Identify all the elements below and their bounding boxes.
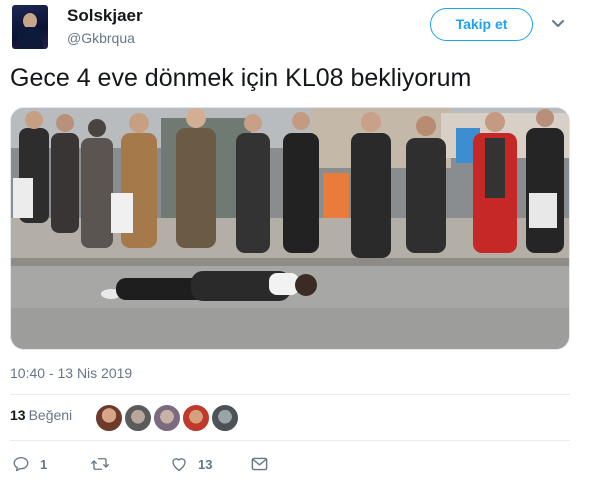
liker-avatar[interactable] — [124, 404, 152, 432]
divider-top — [10, 394, 570, 395]
street-photo — [11, 108, 569, 349]
liker-avatar[interactable] — [95, 404, 123, 432]
likes-label: Beğeni — [28, 407, 73, 423]
message-button[interactable] — [250, 452, 269, 476]
like-button[interactable]: 13 — [170, 452, 212, 476]
divider-bottom — [10, 440, 570, 441]
likes-count: 13 — [10, 407, 26, 423]
message-icon — [251, 457, 268, 471]
liker-avatar[interactable] — [211, 404, 239, 432]
author-name[interactable]: Solskjaer — [67, 6, 143, 26]
follow-button[interactable]: Takip et — [430, 8, 533, 41]
like-icon — [172, 458, 186, 472]
liker-avatar[interactable] — [182, 404, 210, 432]
likes-summary[interactable]: 13 Beğeni — [10, 407, 72, 423]
reply-button[interactable]: 1 — [12, 452, 47, 476]
retweet-button[interactable] — [90, 452, 120, 476]
reply-count: 1 — [40, 456, 48, 472]
liker-avatar[interactable] — [153, 404, 181, 432]
tweet-timestamp[interactable]: 10:40 - 13 Nis 2019 — [10, 365, 132, 381]
tweet-text: Gece 4 eve dönmek için KL08 bekliyorum — [10, 64, 472, 92]
retweet-icon — [91, 458, 109, 470]
author-avatar[interactable] — [12, 5, 48, 49]
chevron-down-icon[interactable] — [551, 19, 565, 29]
author-handle[interactable]: @Gkbrqua — [67, 30, 135, 46]
tweet-media-image[interactable] — [10, 107, 570, 350]
like-count: 13 — [198, 456, 213, 472]
reply-icon — [13, 456, 29, 472]
avatar-body — [17, 27, 43, 49]
tweet-actions: 1 13 — [0, 452, 602, 476]
